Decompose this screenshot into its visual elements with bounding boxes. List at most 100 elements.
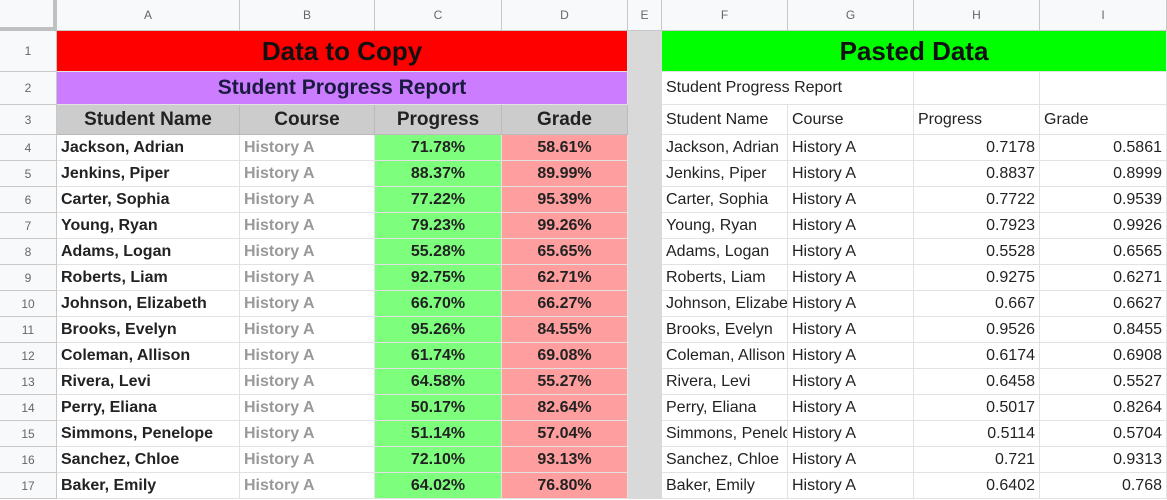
cell-header-left-3[interactable]: Grade [502,105,628,135]
row-header-7[interactable]: 7 [0,213,57,239]
cell-pasted-course[interactable]: History A [788,239,914,265]
cell-f2[interactable]: Student Progress Report [662,72,914,105]
cell-grade[interactable]: 69.08% [502,343,628,369]
cell-course[interactable]: History A [240,317,375,343]
row-header-14[interactable]: 14 [0,395,57,421]
cell-student-name[interactable]: Roberts, Liam [57,265,240,291]
cell-pasted-course[interactable]: History A [788,473,914,499]
cell-course[interactable]: History A [240,135,375,161]
row-header-6[interactable]: 6 [0,187,57,213]
cell-student-name[interactable]: Simmons, Penelope [57,421,240,447]
row-header-5[interactable]: 5 [0,161,57,187]
cell-h2[interactable] [914,72,1040,105]
cell-pasted-course[interactable]: History A [788,395,914,421]
column-header-e[interactable]: E [628,0,662,31]
cell-grade[interactable]: 93.13% [502,447,628,473]
cell-pasted-progress[interactable]: 0.8837 [914,161,1040,187]
cell-pasted-grade[interactable]: 0.9313 [1040,447,1167,473]
cell-pasted-name[interactable]: Carter, Sophia [662,187,788,213]
cell-grade[interactable]: 62.71% [502,265,628,291]
cell-pasted-grade[interactable]: 0.5704 [1040,421,1167,447]
cell-grade[interactable]: 57.04% [502,421,628,447]
row-header-1[interactable]: 1 [0,31,57,72]
cell-pasted-course[interactable]: History A [788,447,914,473]
cell-e11[interactable] [628,317,662,343]
cell-e16[interactable] [628,447,662,473]
cell-student-name[interactable]: Jackson, Adrian [57,135,240,161]
cell-course[interactable]: History A [240,343,375,369]
column-header-g[interactable]: G [788,0,914,31]
cell-pasted-course[interactable]: History A [788,135,914,161]
cell-course[interactable]: History A [240,265,375,291]
cell-progress[interactable]: 66.70% [375,291,502,317]
cell-progress[interactable]: 55.28% [375,239,502,265]
cell-pasted-name[interactable]: Roberts, Liam [662,265,788,291]
cell-pasted-name[interactable]: Rivera, Levi [662,369,788,395]
cell-pasted-course[interactable]: History A [788,213,914,239]
cell-progress[interactable]: 92.75% [375,265,502,291]
cell-pasted-name[interactable]: Young, Ryan [662,213,788,239]
cell-header-right-0[interactable]: Student Name [662,105,788,135]
cell-pasted-grade[interactable]: 0.6627 [1040,291,1167,317]
cell-pasted-course[interactable]: History A [788,291,914,317]
cell-header-left-2[interactable]: Progress [375,105,502,135]
cell-progress[interactable]: 71.78% [375,135,502,161]
cell-pasted-progress[interactable]: 0.6458 [914,369,1040,395]
cell-pasted-name[interactable]: Simmons, Penelope [662,421,788,447]
cell-pasted-name[interactable]: Adams, Logan [662,239,788,265]
cell-e13[interactable] [628,369,662,395]
cell-i2[interactable] [1040,72,1167,105]
column-header-h[interactable]: H [914,0,1040,31]
cell-e8[interactable] [628,239,662,265]
cell-pasted-course[interactable]: History A [788,317,914,343]
cell-student-name[interactable]: Rivera, Levi [57,369,240,395]
cell-student-name[interactable]: Baker, Emily [57,473,240,499]
cell-course[interactable]: History A [240,187,375,213]
cell-progress[interactable]: 77.22% [375,187,502,213]
cell-pasted-grade[interactable]: 0.8999 [1040,161,1167,187]
cell-student-name[interactable]: Adams, Logan [57,239,240,265]
column-header-a[interactable]: A [57,0,240,31]
column-header-b[interactable]: B [240,0,375,31]
cell-student-name[interactable]: Perry, Eliana [57,395,240,421]
cell-pasted-grade[interactable]: 0.8264 [1040,395,1167,421]
column-header-d[interactable]: D [502,0,628,31]
row-header-12[interactable]: 12 [0,343,57,369]
cell-e2[interactable] [628,72,662,105]
cell-course[interactable]: History A [240,447,375,473]
cell-pasted-name[interactable]: Perry, Eliana [662,395,788,421]
cell-pasted-progress[interactable]: 0.7923 [914,213,1040,239]
cell-course[interactable]: History A [240,161,375,187]
cell-e12[interactable] [628,343,662,369]
row-header-17[interactable]: 17 [0,473,57,499]
cell-pasted-course[interactable]: History A [788,369,914,395]
cell-e1[interactable] [628,31,662,72]
cell-student-name[interactable]: Brooks, Evelyn [57,317,240,343]
cell-e9[interactable] [628,265,662,291]
cell-progress[interactable]: 95.26% [375,317,502,343]
column-header-c[interactable]: C [375,0,502,31]
cell-pasted-progress[interactable]: 0.9275 [914,265,1040,291]
cell-student-name[interactable]: Coleman, Allison [57,343,240,369]
cell-course[interactable]: History A [240,369,375,395]
cell-pasted-grade[interactable]: 0.9539 [1040,187,1167,213]
cell-course[interactable]: History A [240,239,375,265]
cell-progress[interactable]: 50.17% [375,395,502,421]
cell-pasted-name[interactable]: Johnson, Elizabeth [662,291,788,317]
cell-e14[interactable] [628,395,662,421]
row-header-13[interactable]: 13 [0,369,57,395]
cell-pasted-course[interactable]: History A [788,421,914,447]
cell-pasted-name[interactable]: Brooks, Evelyn [662,317,788,343]
cell-a2-subtitle[interactable]: Student Progress Report [57,72,628,105]
cell-pasted-progress[interactable]: 0.7178 [914,135,1040,161]
cell-e6[interactable] [628,187,662,213]
cell-grade[interactable]: 95.39% [502,187,628,213]
cell-f1-title[interactable]: Pasted Data [662,31,1167,72]
cell-pasted-progress[interactable]: 0.5528 [914,239,1040,265]
cell-course[interactable]: History A [240,213,375,239]
cell-a1-title[interactable]: Data to Copy [57,31,628,72]
cell-pasted-progress[interactable]: 0.9526 [914,317,1040,343]
cell-header-left-1[interactable]: Course [240,105,375,135]
cell-pasted-progress[interactable]: 0.667 [914,291,1040,317]
cell-grade[interactable]: 66.27% [502,291,628,317]
